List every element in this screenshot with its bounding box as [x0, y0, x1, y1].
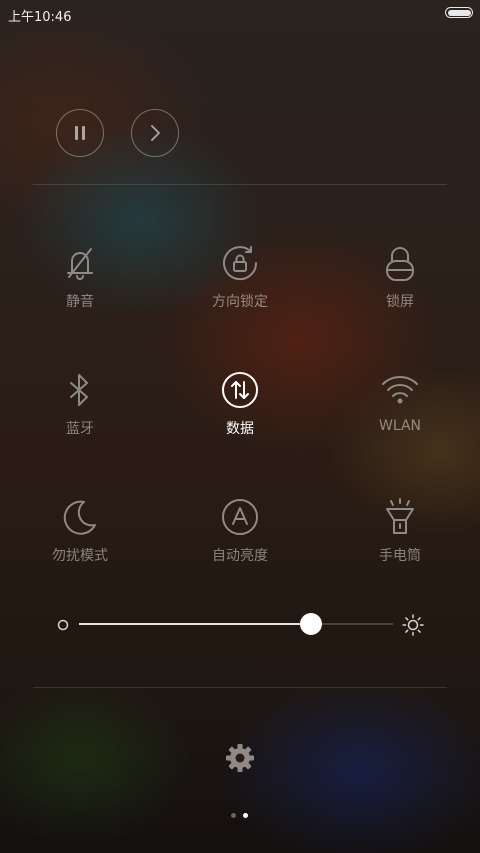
- next-button[interactable]: [131, 109, 179, 157]
- rotation-lock-icon: [223, 246, 258, 281]
- tile-label: 静音: [66, 294, 94, 310]
- auto-brightness-icon: [222, 499, 258, 535]
- battery-icon: [445, 7, 473, 18]
- pause-icon: [75, 126, 85, 140]
- brightness-slider-thumb[interactable]: [300, 613, 323, 635]
- gear-icon[interactable]: [224, 742, 256, 774]
- page-indicator-dot-active: [243, 813, 248, 818]
- brightness-low-icon: [57, 619, 69, 631]
- tile-label: 数据: [226, 421, 254, 437]
- tile-do-not-disturb[interactable]: 勿扰模式: [0, 497, 160, 587]
- brightness-slider-fill: [79, 623, 312, 625]
- mobile-data-icon: [222, 372, 258, 408]
- tile-label: 锁屏: [386, 294, 414, 310]
- page-indicator-dot: [231, 813, 236, 818]
- tile-label: WLAN: [378, 418, 421, 434]
- tile-label: 手电筒: [379, 548, 421, 564]
- pause-button[interactable]: [56, 109, 104, 157]
- battery-level: [447, 9, 471, 16]
- tile-auto-brightness[interactable]: 自动亮度: [160, 497, 320, 587]
- lock-icon: [386, 247, 414, 281]
- brightness-slider[interactable]: [79, 623, 393, 625]
- chevron-right-icon: [151, 125, 160, 141]
- divider-bottom: [33, 687, 447, 688]
- tile-mobile-data[interactable]: 数据: [160, 370, 320, 460]
- tile-bluetooth[interactable]: 蓝牙: [0, 370, 160, 460]
- divider-top: [33, 184, 447, 185]
- status-bar: 上午10:46: [0, 0, 480, 28]
- tile-label: 蓝牙: [66, 421, 94, 437]
- moon-icon: [63, 500, 96, 535]
- brightness-high-icon: [402, 614, 424, 636]
- tile-lock-screen[interactable]: 锁屏: [320, 243, 480, 333]
- tile-flashlight[interactable]: 手电筒: [320, 497, 480, 587]
- status-time: 上午10:46: [8, 10, 72, 25]
- tile-wlan[interactable]: WLAN: [320, 370, 480, 460]
- tile-mute[interactable]: 静音: [0, 243, 160, 333]
- bell-off-icon: [67, 248, 93, 280]
- flashlight-icon: [386, 498, 414, 534]
- bluetooth-icon: [70, 374, 88, 406]
- wifi-icon: [382, 375, 418, 404]
- tile-rotation-lock[interactable]: 方向锁定: [160, 243, 320, 333]
- tile-label: 自动亮度: [212, 548, 268, 564]
- tile-label: 勿扰模式: [52, 548, 108, 564]
- tile-label: 方向锁定: [212, 294, 268, 310]
